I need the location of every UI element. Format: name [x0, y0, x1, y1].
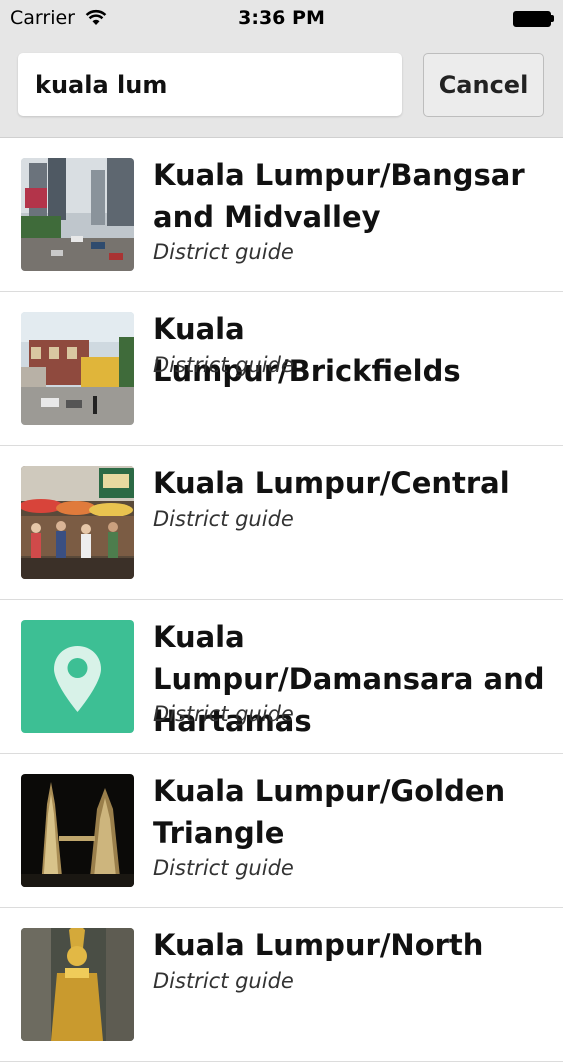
status-bar: Carrier 3:36 PM [0, 0, 563, 37]
results-list: Kuala Lumpur/Bangsar and Midvalley Distr… [0, 138, 563, 1062]
result-title: Kuala Lumpur/Brickfields [153, 312, 461, 388]
map-pin-placeholder [21, 620, 134, 733]
cancel-button[interactable]: Cancel [423, 53, 544, 117]
list-item[interactable]: Kuala Lumpur/North District guide [0, 908, 563, 1062]
result-subtitle: District guide [153, 702, 294, 726]
map-pin-icon [21, 620, 134, 733]
result-subtitle: District guide [153, 507, 294, 531]
result-subtitle: District guide [153, 969, 294, 993]
result-subtitle: District guide [153, 856, 294, 880]
search-bar: kuala lum Cancel [0, 37, 563, 138]
market-umbrellas-photo [21, 466, 134, 579]
list-item[interactable]: Kuala Lumpur/Golden Triangle District gu… [0, 754, 563, 908]
search-input[interactable]: kuala lum [18, 53, 402, 116]
result-title: Kuala Lumpur/Bangsar and Midvalley [153, 158, 525, 234]
result-subtitle: District guide [153, 353, 294, 377]
list-item[interactable]: Kuala Lumpur/Damansara and Hartamas Dist… [0, 600, 563, 754]
battery-icon [513, 11, 554, 27]
result-title: Kuala Lumpur/Central [153, 466, 510, 500]
list-item[interactable]: Kuala Lumpur/Brickfields District guide [0, 292, 563, 446]
city-street-photo [21, 158, 134, 271]
list-item[interactable]: Kuala Lumpur/Bangsar and Midvalley Distr… [0, 138, 563, 292]
clock: 3:36 PM [238, 7, 325, 29]
result-title: Kuala Lumpur/North [153, 928, 484, 962]
list-item[interactable]: Kuala Lumpur/Central District guide [0, 446, 563, 600]
golden-statue-photo [21, 928, 134, 1041]
shophouse-street-photo [21, 312, 134, 425]
petronas-towers-photo [21, 774, 134, 887]
result-title: Kuala Lumpur/Golden Triangle [153, 774, 506, 850]
result-subtitle: District guide [153, 240, 294, 264]
